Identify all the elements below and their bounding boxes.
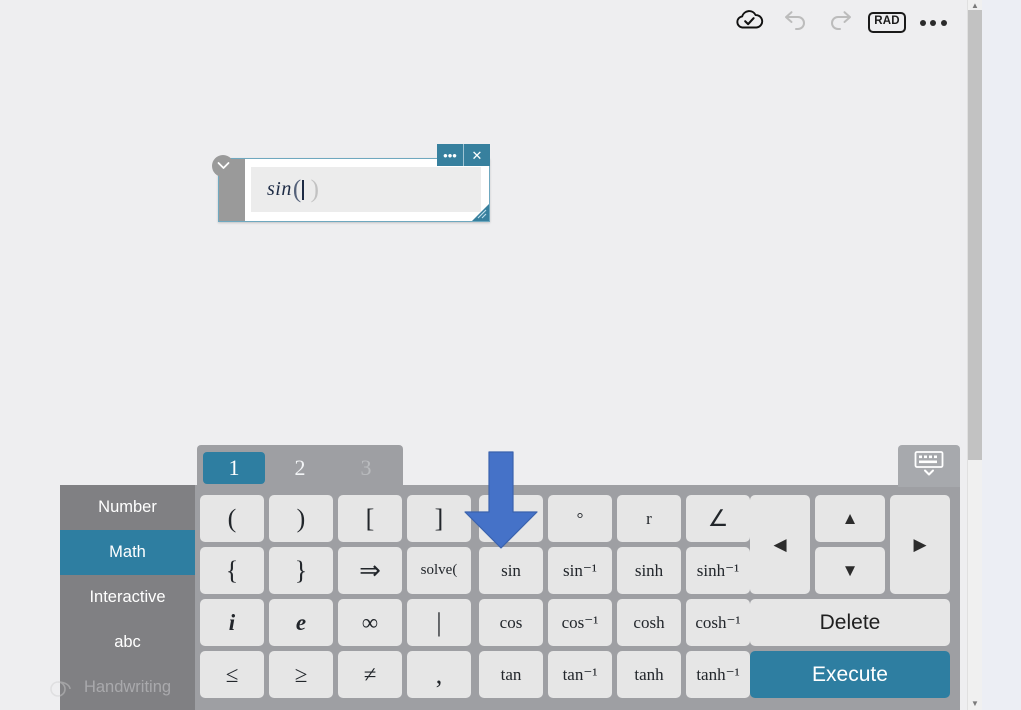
key-e[interactable]: e xyxy=(269,599,333,646)
key-sym11[interactable]: | xyxy=(407,599,471,646)
key-sym10[interactable]: ∞ xyxy=(338,599,402,646)
key-sin[interactable]: sin xyxy=(479,547,543,594)
angle-mode-button[interactable]: RAD xyxy=(864,3,910,43)
undo-icon xyxy=(781,8,809,37)
keyboard-command-cluster: ◀ ▲ ▼ ▶ Delete Execute xyxy=(750,495,950,698)
key-sym15[interactable]: , xyxy=(407,651,471,698)
key-sym2[interactable]: [ xyxy=(338,495,402,542)
arrow-up-key[interactable]: ▲ xyxy=(815,495,885,542)
math-input-field[interactable]: sin ( ) xyxy=(251,167,481,212)
keyboard-function-grid: ° r ∠ sin sin⁻¹ sinh sinh⁻¹ cos cos⁻¹ cosh cosh⁻¹ t… xyxy=(479,495,750,698)
execute-button[interactable]: Execute xyxy=(750,651,950,698)
key-sym4[interactable]: { xyxy=(200,547,264,594)
key-sin[interactable]: sin⁻¹ xyxy=(548,547,612,594)
keyboard-tab-1[interactable]: 1 xyxy=(203,451,265,484)
keyboard-arrow-pad: ◀ ▲ ▼ ▶ xyxy=(750,495,950,594)
math-input-collapse-button[interactable] xyxy=(212,155,234,177)
math-close-paren: ) xyxy=(310,175,319,203)
calculator-app: RAD ••• ✕ sin ( ) 1 2 3 Number Math Inte… xyxy=(0,0,1021,710)
key-sym12[interactable]: ≤ xyxy=(200,651,264,698)
arrow-right-icon: ▶ xyxy=(913,535,927,554)
app-logo-watermark xyxy=(50,681,71,697)
math-input-close-button[interactable]: ✕ xyxy=(464,144,490,166)
key-cosh[interactable]: cosh xyxy=(617,599,681,646)
key-obscured[interactable] xyxy=(479,495,543,542)
scroll-down-arrow[interactable]: ▼ xyxy=(968,698,982,708)
delete-key[interactable]: Delete xyxy=(750,599,950,646)
key-sym1[interactable]: ) xyxy=(269,495,333,542)
more-options-icon xyxy=(919,19,947,26)
sidebar-item-math[interactable]: Math xyxy=(60,530,195,575)
key-sym3[interactable]: ∠ xyxy=(686,495,750,542)
redo-button[interactable] xyxy=(818,3,864,43)
right-margin-strip xyxy=(982,0,1021,710)
key-sym14[interactable]: ≠ xyxy=(338,651,402,698)
resize-grip-icon xyxy=(477,209,487,219)
arrow-down-key[interactable]: ▼ xyxy=(815,547,885,594)
key-i[interactable]: i xyxy=(200,599,264,646)
key-sym13[interactable]: ≥ xyxy=(269,651,333,698)
vertical-scrollbar[interactable]: ▲ ▼ xyxy=(967,0,982,710)
sidebar-item-abc[interactable]: abc xyxy=(60,620,195,665)
key-sym0[interactable]: ( xyxy=(200,495,264,542)
text-caret xyxy=(302,179,304,200)
key-sym3[interactable]: ] xyxy=(407,495,471,542)
key-cos[interactable]: cos⁻¹ xyxy=(548,599,612,646)
math-input-box[interactable]: sin ( ) xyxy=(218,158,490,222)
math-expression-text: sin xyxy=(267,178,292,200)
more-options-button[interactable] xyxy=(910,3,956,43)
sidebar-item-interactive[interactable]: Interactive xyxy=(60,575,195,620)
math-input-widget: ••• ✕ sin ( ) xyxy=(212,144,490,224)
keyboard-page-tabs: 1 2 3 xyxy=(197,445,403,490)
key-tanh[interactable]: tanh⁻¹ xyxy=(686,651,750,698)
arrow-left-icon: ◀ xyxy=(773,535,787,554)
chevron-down-icon xyxy=(217,157,230,175)
key-sinh[interactable]: sinh⁻¹ xyxy=(686,547,750,594)
keyboard-symbol-grid: ()[] {} ⇒ solve( i e ∞ | ≤ ≥ ≠, xyxy=(200,495,471,698)
top-toolbar: RAD xyxy=(0,0,968,45)
key-cosh[interactable]: cosh⁻¹ xyxy=(686,599,750,646)
math-input-menu-button[interactable]: ••• xyxy=(437,144,464,166)
key-sym5[interactable]: } xyxy=(269,547,333,594)
key-r[interactable]: r xyxy=(617,495,681,542)
sidebar-item-number[interactable]: Number xyxy=(60,485,195,530)
math-open-paren: ( xyxy=(292,175,302,203)
arrow-down-icon: ▼ xyxy=(841,561,859,580)
redo-icon xyxy=(827,8,855,37)
hide-keyboard-icon xyxy=(912,449,946,484)
key-tanh[interactable]: tanh xyxy=(617,651,681,698)
angle-mode-label: RAD xyxy=(868,12,906,33)
keyboard-tab-3[interactable]: 3 xyxy=(335,452,397,484)
key-tan[interactable]: tan⁻¹ xyxy=(548,651,612,698)
arrow-left-key[interactable]: ◀ xyxy=(750,495,810,594)
key-sinh[interactable]: sinh xyxy=(617,547,681,594)
cloud-save-button[interactable] xyxy=(726,3,772,43)
arrow-right-key[interactable]: ▶ xyxy=(890,495,950,594)
scroll-up-arrow[interactable]: ▲ xyxy=(968,0,982,10)
key-cos[interactable]: cos xyxy=(479,599,543,646)
arrow-up-icon: ▲ xyxy=(841,509,859,528)
keyboard-tab-2[interactable]: 2 xyxy=(269,452,331,484)
sidebar-item-handwriting[interactable]: Handwriting xyxy=(60,665,195,710)
key-solve[interactable]: solve( xyxy=(407,547,471,594)
key-sym1[interactable]: ° xyxy=(548,495,612,542)
math-input-header: ••• ✕ xyxy=(437,144,490,166)
undo-button[interactable] xyxy=(772,3,818,43)
hide-keyboard-button[interactable] xyxy=(898,445,960,487)
cloud-check-icon xyxy=(734,8,764,37)
key-sym6[interactable]: ⇒ xyxy=(338,547,402,594)
soft-keyboard: 1 2 3 Number Math Interactive abc Handwr… xyxy=(50,445,960,710)
keyboard-category-sidebar: Number Math Interactive abc Handwriting xyxy=(50,485,195,710)
scrollbar-thumb[interactable] xyxy=(968,10,982,460)
key-tan[interactable]: tan xyxy=(479,651,543,698)
